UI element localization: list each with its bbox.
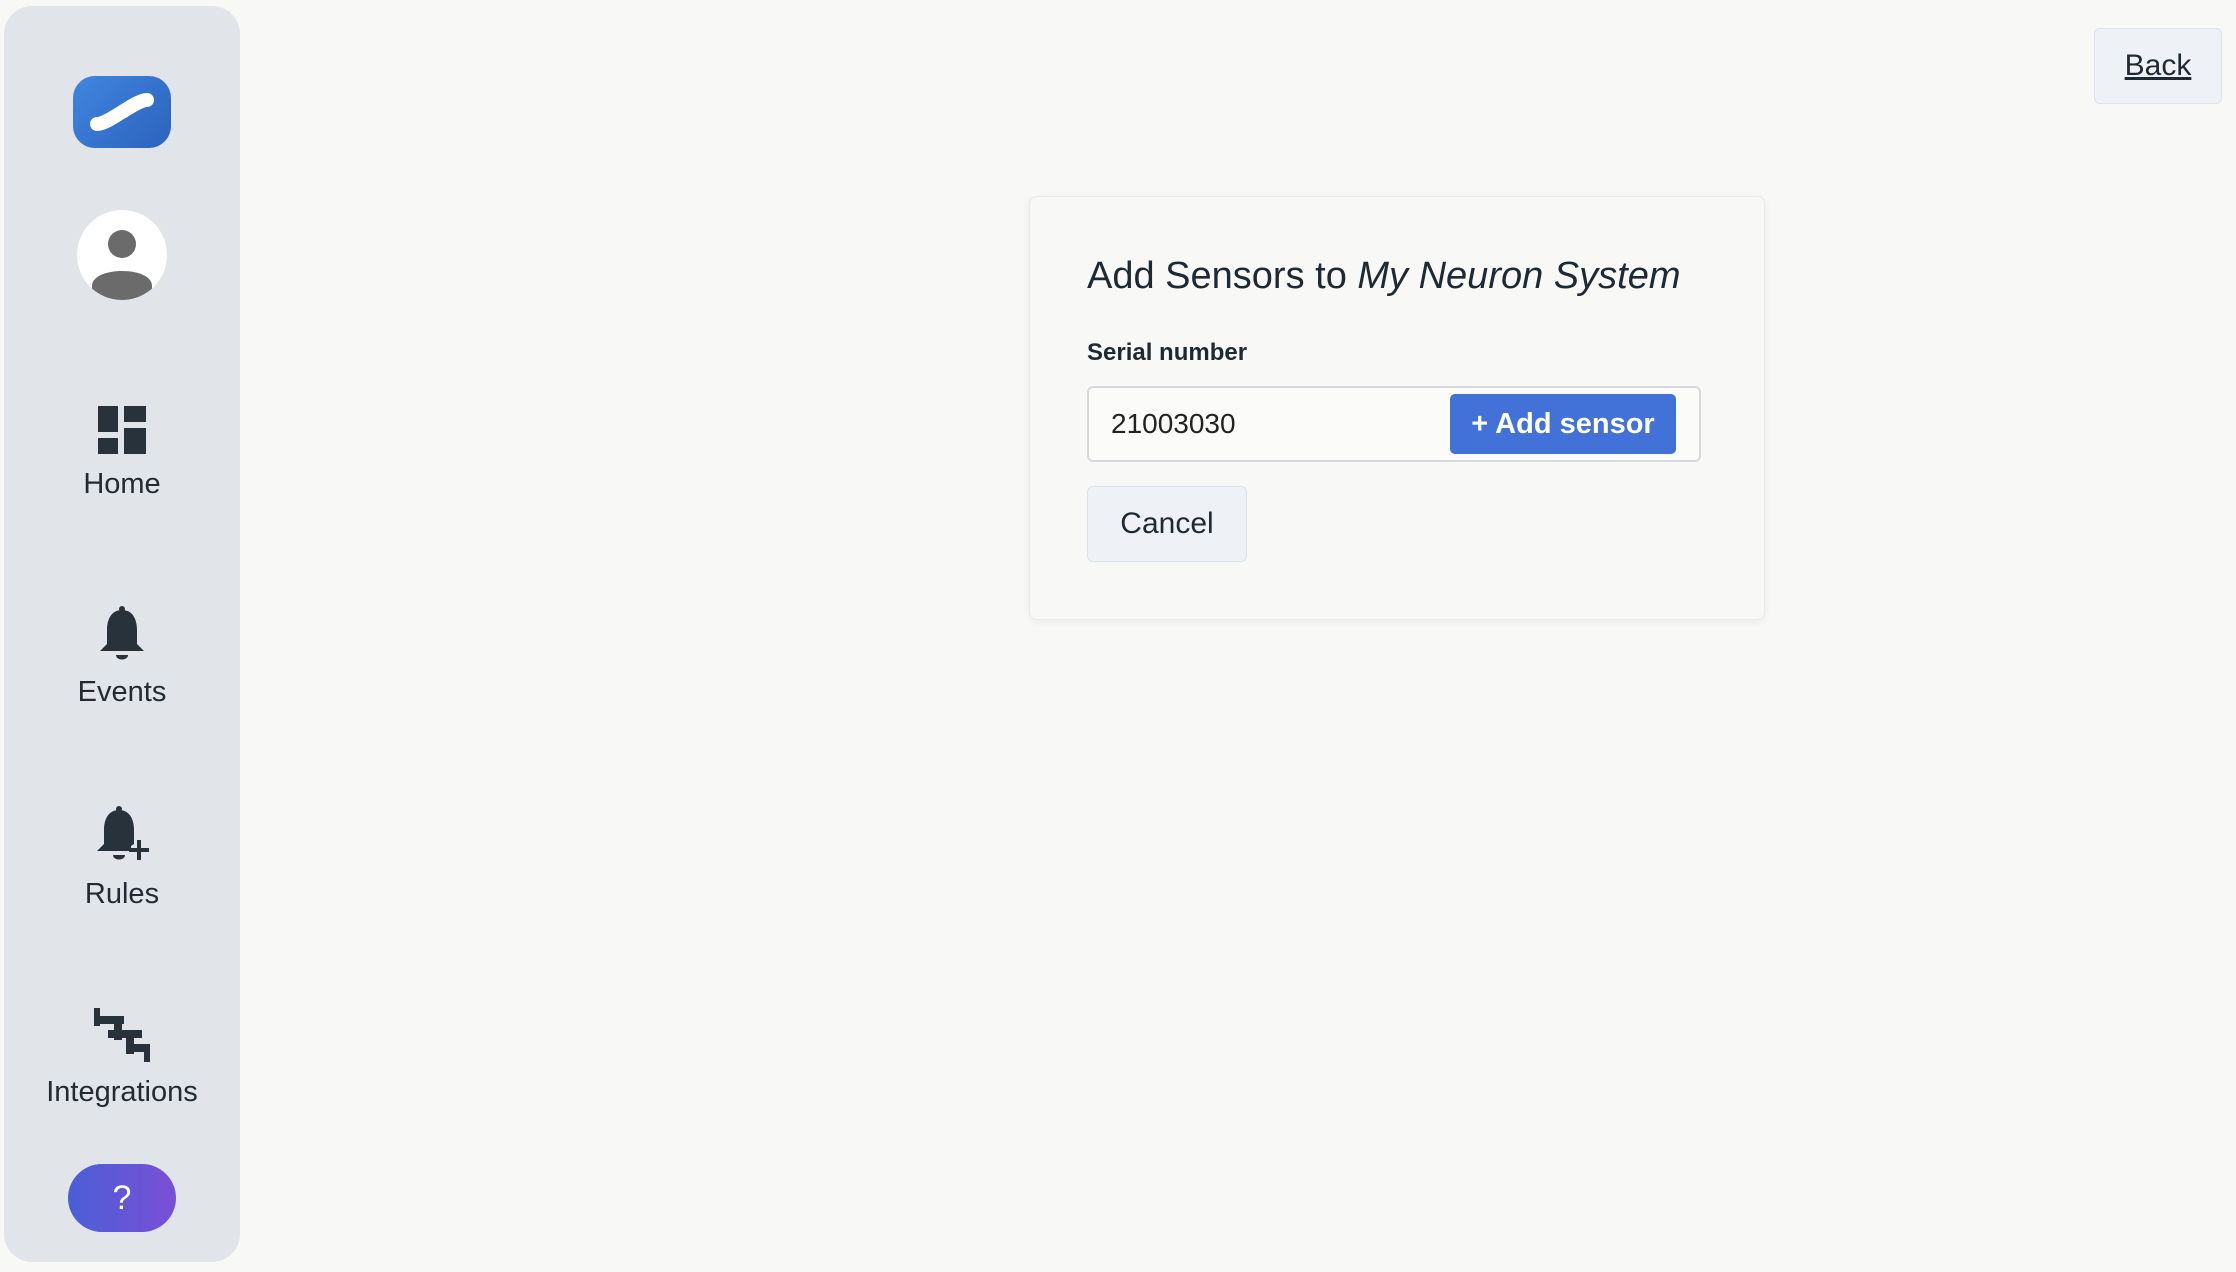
help-button[interactable]: ? <box>68 1164 176 1232</box>
user-icon <box>92 230 152 300</box>
back-button[interactable]: Back <box>2094 28 2222 104</box>
sidebar-item-home[interactable]: Home <box>4 406 240 501</box>
sidebar-item-label: Rules <box>84 878 160 910</box>
cancel-button[interactable]: Cancel <box>1087 486 1247 562</box>
sidebar-item-label: Home <box>83 468 161 500</box>
sidebar-item-label: Events <box>77 676 167 708</box>
sidebar-item-integrations[interactable]: Integrations <box>4 1008 240 1109</box>
add-sensor-button[interactable]: + Add sensor <box>1450 394 1676 454</box>
title-prefix: Add Sensors to <box>1087 255 1358 297</box>
serial-number-label: Serial number <box>1087 339 1248 366</box>
bell-plus-icon <box>97 806 149 860</box>
sidebar-item-label: Integrations <box>46 1076 198 1108</box>
bell-icon <box>100 606 144 660</box>
add-sensors-card: Add Sensors to My Neuron System Serial n… <box>1029 196 1765 620</box>
page-title: Add Sensors to My Neuron System <box>1087 255 1680 298</box>
link-icon <box>90 93 154 131</box>
integrations-icon <box>94 1008 150 1062</box>
help-icon: ? <box>112 1178 132 1217</box>
app-logo[interactable] <box>73 76 171 148</box>
dashboard-icon <box>98 406 146 454</box>
serial-number-input[interactable] <box>1111 388 1451 460</box>
sidebar: Home Events Rules Integrations ? <box>4 6 240 1262</box>
system-name: My Neuron System <box>1357 255 1681 297</box>
sidebar-item-events[interactable]: Events <box>4 606 240 709</box>
sidebar-item-rules[interactable]: Rules <box>4 806 240 911</box>
serial-number-field-group: + Add sensor <box>1087 386 1701 462</box>
avatar[interactable] <box>77 210 167 300</box>
